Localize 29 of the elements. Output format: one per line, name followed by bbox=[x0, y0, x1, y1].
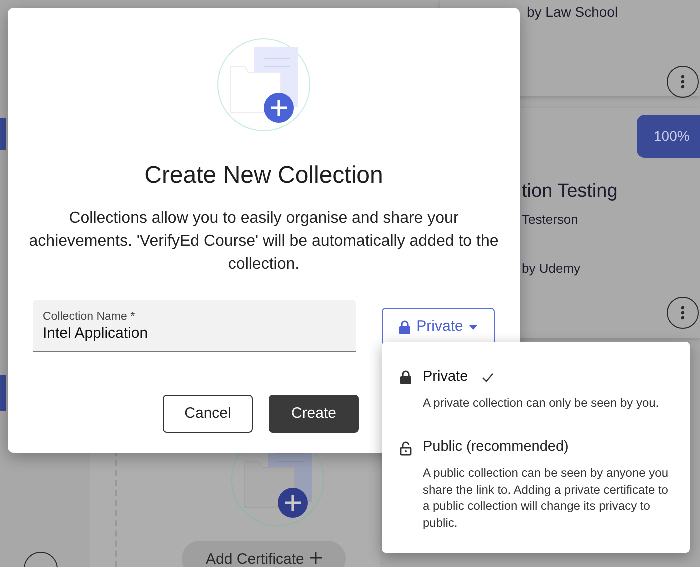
more-options-button[interactable] bbox=[667, 297, 699, 329]
progress-badge: 100% bbox=[637, 115, 700, 158]
padlock-icon bbox=[398, 320, 411, 335]
caret-icon bbox=[469, 325, 478, 330]
add-certificate-button[interactable]: Add Certificate bbox=[182, 541, 346, 567]
option-description: A public collection can be seen by anyone you share the link to. Adding a private certificate to a public collection will change its privacy to public. bbox=[423, 465, 670, 531]
more-options-button[interactable] bbox=[667, 66, 699, 98]
padlock-icon bbox=[400, 370, 412, 386]
recipient-text: Testerson bbox=[522, 211, 578, 229]
privacy-option[interactable]: Private A private collection can only be seen by you. bbox=[400, 367, 678, 412]
option-description: A private collection can only be seen by you. bbox=[423, 394, 660, 412]
course-title: tion Testing bbox=[522, 180, 618, 204]
issuer-text: by Law School bbox=[527, 3, 618, 22]
progress-badge-edge bbox=[0, 375, 6, 411]
plus-icon bbox=[310, 552, 322, 564]
issuer-text: by Udemy bbox=[522, 260, 581, 278]
create-button[interactable]: Create bbox=[269, 395, 359, 433]
more-icon bbox=[681, 306, 685, 320]
field-label: Collection Name * bbox=[43, 310, 136, 324]
cancel-button[interactable]: Cancel bbox=[163, 395, 253, 433]
dialog-title: Create New Collection bbox=[144, 161, 384, 191]
checkmark-icon bbox=[482, 372, 494, 383]
progress-badge-edge bbox=[0, 118, 6, 150]
dialog-description: Collections allow you to easily organise and share your achievements. 'VerifyEd Course' will be automatically added to the collection. bbox=[29, 209, 499, 275]
more-icon bbox=[681, 75, 685, 89]
unlocked-padlock-icon bbox=[400, 440, 412, 456]
collection-name-input[interactable]: Intel Application bbox=[43, 324, 346, 344]
collection-name-field[interactable]: Collection Name * Intel Application bbox=[33, 300, 356, 352]
privacy-option[interactable]: Public (recommended) A public collection can be seen by anyone you share the link to. Adding a private certificate to a public collection will change its privacy to public. bbox=[400, 437, 678, 531]
